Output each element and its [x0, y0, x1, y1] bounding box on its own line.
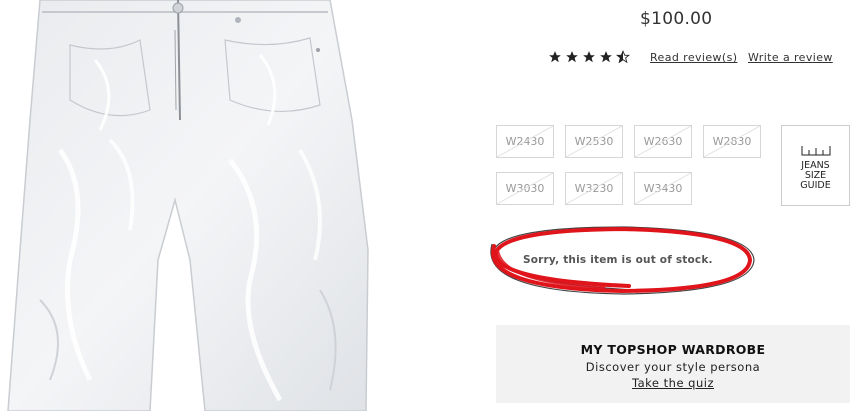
read-reviews-link[interactable]: Read review(s) [650, 51, 737, 64]
jeans-size-guide-button[interactable]: JEANS SIZE GUIDE [781, 125, 850, 206]
size-guide-line3: GUIDE [800, 180, 831, 191]
wardrobe-promo: MY TOPSHOP WARDROBE Discover your style … [496, 325, 850, 403]
star-icon [549, 51, 561, 63]
star-half-icon [616, 50, 630, 64]
size-option[interactable]: W2530 [565, 125, 623, 158]
rating-stars[interactable] [548, 50, 630, 64]
wardrobe-subtitle: Discover your style persona [585, 360, 761, 374]
size-option[interactable]: W3430 [634, 172, 692, 205]
star-icon [583, 51, 595, 63]
wardrobe-title: MY TOPSHOP WARDROBE [580, 342, 766, 357]
product-image[interactable] [0, 0, 470, 411]
size-option[interactable]: W2630 [634, 125, 692, 158]
star-icon [600, 51, 612, 63]
star-icon [566, 51, 578, 63]
size-option[interactable]: W2830 [703, 125, 761, 158]
size-option[interactable]: W3030 [496, 172, 554, 205]
product-price: $100.00 [640, 9, 713, 29]
out-of-stock-message: Sorry, this item is out of stock. [523, 254, 713, 266]
ruler-icon [801, 146, 830, 156]
size-option[interactable]: W3230 [565, 172, 623, 205]
write-review-link[interactable]: Write a review [748, 51, 833, 64]
take-the-quiz-link[interactable]: Take the quiz [496, 376, 850, 390]
size-option[interactable]: W2430 [496, 125, 554, 158]
